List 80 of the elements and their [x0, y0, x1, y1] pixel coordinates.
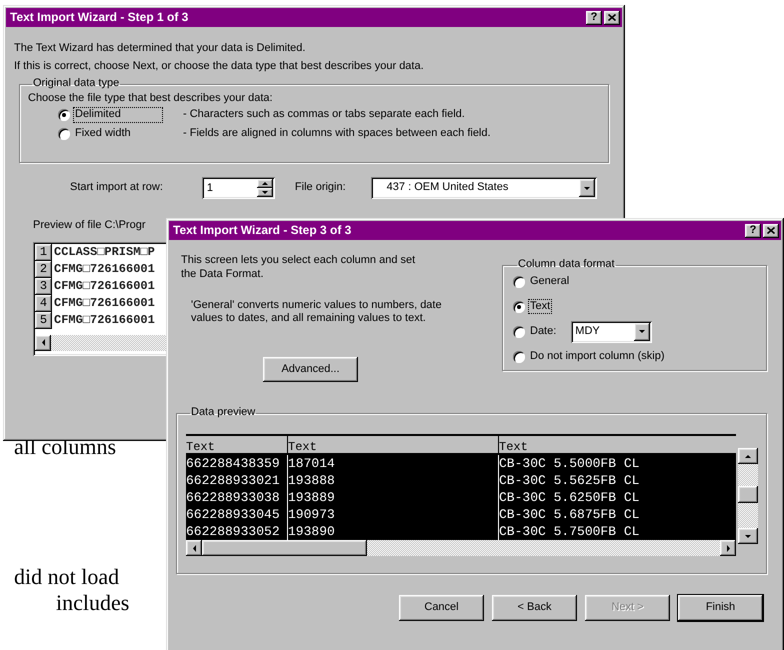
option-description: - Fields are aligned in columns with spaces between each field.: [183, 127, 491, 142]
option-label[interactable]: General: [528, 274, 572, 290]
dropdown-button[interactable]: [578, 179, 595, 197]
file-origin-dropdown[interactable]: 437 : OEM United States: [370, 177, 597, 199]
radio-button[interactable]: [513, 276, 525, 288]
instruction-text: This screen lets you select each column and set the Data Format.: [181, 254, 416, 282]
row-number: 1: [35, 244, 52, 261]
dialog-button[interactable]: Finish: [678, 595, 763, 621]
row-number: 3: [35, 278, 52, 295]
field-label: File origin:: [294, 181, 346, 195]
radio-button[interactable]: [513, 300, 525, 312]
preview-line: CFMG□726166001: [53, 294, 155, 312]
spin-up-button[interactable]: [256, 179, 273, 188]
instruction-text: 'General' converts numeric values to numbers, date values to dates, and all remaining values to text.: [191, 298, 443, 326]
left-arrow-icon: [190, 544, 198, 552]
preview-label: Preview of file C:\Progr: [33, 219, 146, 233]
field-label: Start import at row:: [70, 181, 163, 195]
down-arrow-icon: [260, 189, 269, 196]
preview-line: CCLASS□PRISM□P: [53, 244, 155, 261]
right-arrow-icon: [724, 544, 732, 552]
row-number: 4: [35, 294, 52, 312]
close-button[interactable]: [604, 10, 620, 24]
option-label[interactable]: Do not import column (skip): [528, 348, 666, 364]
row-spinner[interactable]: 1: [202, 177, 275, 199]
dropdown-button[interactable]: [634, 322, 650, 340]
left-arrow-icon: [40, 339, 46, 346]
spinner-value: 1: [206, 181, 214, 196]
scroll-down-button[interactable]: [738, 528, 758, 544]
preview-line: CFMG□726166001: [53, 260, 155, 278]
date-format-dropdown[interactable]: MDY: [571, 320, 652, 342]
up-arrow-icon: [260, 180, 269, 187]
down-arrow-icon: [582, 184, 591, 192]
row-number: 5: [35, 312, 52, 329]
group-title: Data preview: [190, 407, 256, 418]
prompt-text: Choose the file type that best describes your data:: [28, 92, 274, 106]
option-label[interactable]: Text: [528, 298, 552, 314]
down-arrow-icon: [638, 328, 646, 335]
column-header[interactable]: Text: [186, 436, 287, 455]
column-header[interactable]: Text: [287, 436, 498, 455]
radio-button[interactable]: [58, 128, 70, 140]
intro-text: If this is correct, choose Next, or choose the data type that best describes your data.: [14, 59, 425, 74]
vertical-scrollbar[interactable]: [738, 448, 758, 544]
scroll-left-button[interactable]: [35, 334, 51, 351]
scroll-left-button[interactable]: [186, 540, 202, 556]
document-text: includes: [56, 592, 130, 614]
option-label[interactable]: Date:: [528, 324, 558, 340]
preview-line: CFMG□726166001: [53, 278, 155, 295]
dropdown-value: MDY: [574, 324, 601, 338]
help-button[interactable]: ?: [745, 224, 761, 238]
scroll-up-button[interactable]: [738, 448, 758, 464]
help-button[interactable]: ?: [586, 10, 602, 24]
preview-line: CFMG□726166001: [53, 312, 155, 329]
radio-button[interactable]: [58, 109, 70, 122]
scroll-right-button[interactable]: [720, 540, 736, 556]
document-text: did not load: [14, 566, 120, 588]
option-label[interactable]: Fixed width: [73, 126, 163, 142]
horizontal-scrollbar[interactable]: [186, 540, 736, 556]
scroll-thumb[interactable]: [202, 540, 367, 556]
radio-button[interactable]: [513, 350, 525, 362]
row-number: 2: [35, 260, 52, 278]
advanced-button[interactable]: Advanced...: [263, 357, 358, 382]
close-button[interactable]: [763, 224, 779, 238]
up-arrow-icon: [744, 452, 752, 460]
close-icon: [767, 227, 775, 234]
scroll-thumb[interactable]: [738, 486, 758, 503]
dropdown-value: 437 : OEM United States: [386, 181, 510, 195]
radio-button[interactable]: [513, 326, 525, 338]
group-title: Column data format: [517, 259, 616, 270]
close-icon: [608, 14, 616, 21]
option-label[interactable]: Delimited: [73, 107, 163, 124]
column-header[interactable]: Text: [498, 436, 736, 455]
option-description: - Characters such as commas or tabs separate each field.: [183, 108, 465, 122]
dialog-button[interactable]: Cancel: [399, 595, 484, 621]
spin-down-button[interactable]: [256, 188, 273, 197]
intro-text: The Text Wizard has determined that your data is Delimited.: [14, 41, 306, 56]
window-title: Text Import Wizard - Step 3 of 3: [173, 223, 352, 238]
dialog-button[interactable]: < Back: [492, 595, 577, 621]
down-arrow-icon: [744, 532, 752, 540]
group-title: Original data type: [32, 78, 120, 89]
window-title: Text Import Wizard - Step 1 of 3: [10, 10, 190, 25]
